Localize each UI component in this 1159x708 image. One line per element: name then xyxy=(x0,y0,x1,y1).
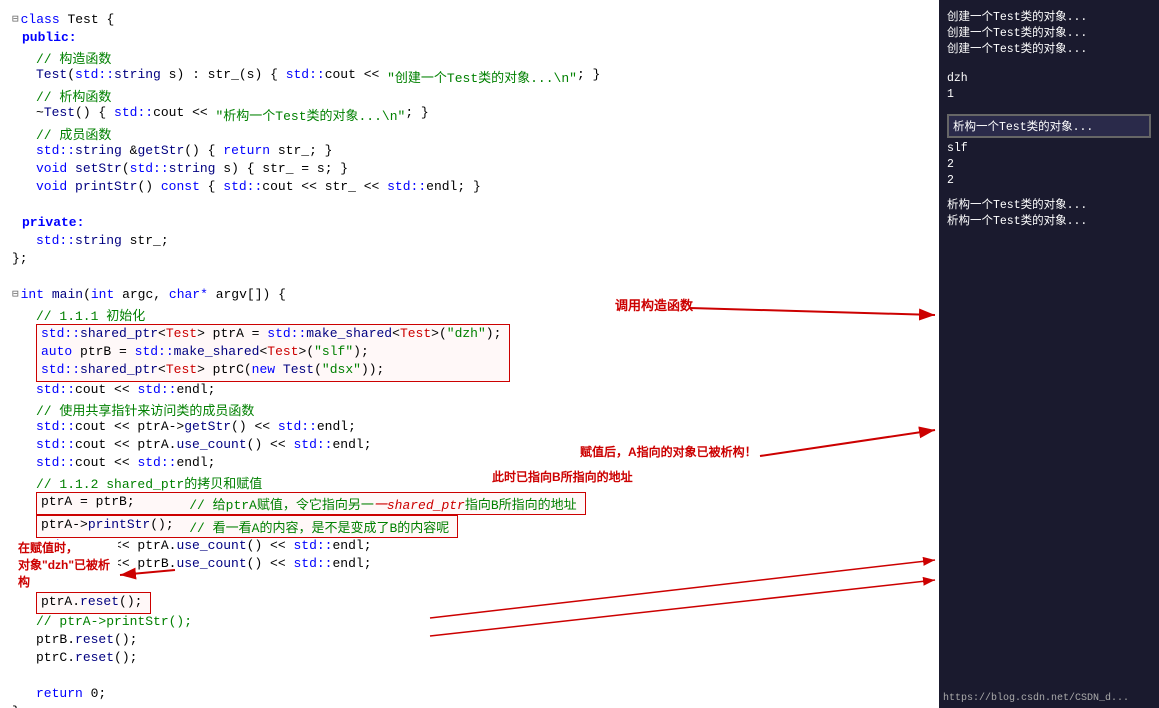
keyword-public: public: xyxy=(22,30,77,45)
comment: // 成员函数 xyxy=(36,124,111,143)
highlight-region-init: std::shared_ptr<Test> ptrA = std::make_s… xyxy=(36,324,931,382)
code-line xyxy=(8,574,931,592)
code-line: Test(std::string s) : str_(s) { std::cou… xyxy=(8,67,931,86)
terminal-line-slf: slf xyxy=(947,142,1151,158)
kw: std:: xyxy=(75,67,114,82)
code-line: // ptrA->printStr(); xyxy=(8,614,931,632)
code-line: // 使用共享指针来访问类的成员函数 xyxy=(8,400,931,419)
annotation-assign-destructor: 赋值后，A指向的对象已被析构！ xyxy=(580,443,757,460)
terminal-destruct-group2: 析构一个Test类的对象... 析构一个Test类的对象... xyxy=(947,196,1151,228)
collapse-icon[interactable]: ⊟ xyxy=(12,12,19,26)
code-line: void setStr(std::string s) { str_ = s; } xyxy=(8,161,931,179)
highlight-reset-region: ptrA.reset(); xyxy=(36,592,931,614)
collapse-icon-main[interactable]: ⊟ xyxy=(12,287,19,301)
comment: // 析构函数 xyxy=(36,86,111,105)
terminal-blank xyxy=(947,62,1151,72)
code-line: ptrC.reset(); xyxy=(8,650,931,668)
terminal-dzh-group: dzh 1 xyxy=(947,72,1151,104)
code-line xyxy=(8,197,931,215)
class-section: ⊟ class Test { public: // 构造函数 Test(std:… xyxy=(0,8,939,287)
keyword-class: class xyxy=(21,12,68,27)
code-line: std::cout << ptrB.use_count() << std::en… xyxy=(8,556,931,574)
annotation-assign-destructor2: 在赋值时，对象"dzh"已被析构 xyxy=(18,540,118,590)
code-line: // 析构函数 xyxy=(8,86,931,105)
terminal-url: https://blog.csdn.net/CSDN_d... xyxy=(943,693,1129,704)
terminal-line: 创建一个Test类的对象... xyxy=(947,8,1151,24)
terminal-slf-group: slf 2 2 xyxy=(947,142,1151,190)
code-line: public: xyxy=(8,30,931,48)
terminal-area: 创建一个Test类的对象... 创建一个Test类的对象... 创建一个Test… xyxy=(939,0,1159,708)
terminal-line-destruct3: 析构一个Test类的对象... xyxy=(947,212,1151,228)
terminal-line-destruct: 析构一个Test类的对象... xyxy=(953,118,1145,134)
code-line: std::cout << std::endl; xyxy=(8,455,931,473)
code-line: ⊟ class Test { xyxy=(8,12,931,30)
terminal-line: 创建一个Test类的对象... xyxy=(947,24,1151,40)
code-line: } xyxy=(8,704,931,708)
code-line-assign: ptrA = ptrB; // 给ptrA赋值，令它指向另一一shared_pt… xyxy=(41,494,581,513)
code-line: ⊟ int main(int argc, char* argv[]) { xyxy=(8,287,931,305)
code-line: return 0; xyxy=(8,686,931,704)
code-line: // 1.1.1 初始化 xyxy=(8,305,931,324)
code-line: ptrB.reset(); xyxy=(8,632,931,650)
code-line: private: xyxy=(8,215,931,233)
terminal-line-dzh: dzh xyxy=(947,72,1151,88)
terminal-line-count1: 1 xyxy=(947,88,1151,104)
code-line xyxy=(8,668,931,686)
code-line xyxy=(8,269,931,287)
highlight-print-region: ptrA->printStr(); // 看一看A的内容，是不是变成了B的内容呢 xyxy=(36,515,931,538)
code-line: std::string str_; xyxy=(8,233,931,251)
code-line: }; xyxy=(8,251,931,269)
code-line-ptrC: std::shared_ptr<Test> ptrC(new Test("dsx… xyxy=(41,362,505,380)
annotation-call-constructor: 调用构造函数 xyxy=(615,295,693,314)
code-line: // 成员函数 xyxy=(8,124,931,143)
terminal-blank2 xyxy=(947,104,1151,110)
code-line: std::string &getStr() { return str_; } xyxy=(8,143,931,161)
comment: // 构造函数 xyxy=(36,48,111,67)
code-line: std::cout << ptrA->getStr() << std::endl… xyxy=(8,419,931,437)
terminal-line-count2a: 2 xyxy=(947,158,1151,174)
code-area: ⊟ class Test { public: // 构造函数 Test(std:… xyxy=(0,0,939,708)
terminal-line: 创建一个Test类的对象... xyxy=(947,40,1151,56)
terminal-line-count2b: 2 xyxy=(947,174,1151,190)
code-line-ptrB: auto ptrB = std::make_shared<Test>("slf"… xyxy=(41,344,505,362)
code-line-reset: ptrA.reset(); xyxy=(41,594,146,612)
fn-name: Test xyxy=(36,67,67,82)
terminal-line-destruct2: 析构一个Test类的对象... xyxy=(947,196,1151,212)
code-line: std::cout << ptrA.use_count() << std::en… xyxy=(8,437,931,455)
annotation-points-to-b: 此时已指向B所指向的地址 xyxy=(492,468,633,485)
code-line: std::cout << std::endl; xyxy=(8,382,931,400)
code-line-ptrA: std::shared_ptr<Test> ptrA = std::make_s… xyxy=(41,326,505,344)
classname: Test xyxy=(67,12,106,27)
code-line: std::cout << ptrA.use_count() << std::en… xyxy=(8,538,931,556)
code-line: // 1.1.2 shared_ptr的拷贝和赋值 xyxy=(8,473,931,492)
code-line: // 构造函数 xyxy=(8,48,931,67)
main-section: ⊟ int main(int argc, char* argv[]) { // … xyxy=(0,287,939,708)
code-line-printstr: ptrA->printStr(); // 看一看A的内容，是不是变成了B的内容呢 xyxy=(41,517,453,536)
code-line: void printStr() const { std::cout << str… xyxy=(8,179,931,197)
terminal-destruct-highlight: 析构一个Test类的对象... xyxy=(947,114,1151,138)
main-container: ⊟ class Test { public: // 构造函数 Test(std:… xyxy=(0,0,1159,708)
terminal-create-group: 创建一个Test类的对象... 创建一个Test类的对象... 创建一个Test… xyxy=(947,8,1151,56)
highlight-assign-region: ptrA = ptrB; // 给ptrA赋值，令它指向另一一shared_pt… xyxy=(36,492,931,515)
code-line: ~Test() { std::cout << "析构一个Test类的对象...\… xyxy=(8,105,931,124)
